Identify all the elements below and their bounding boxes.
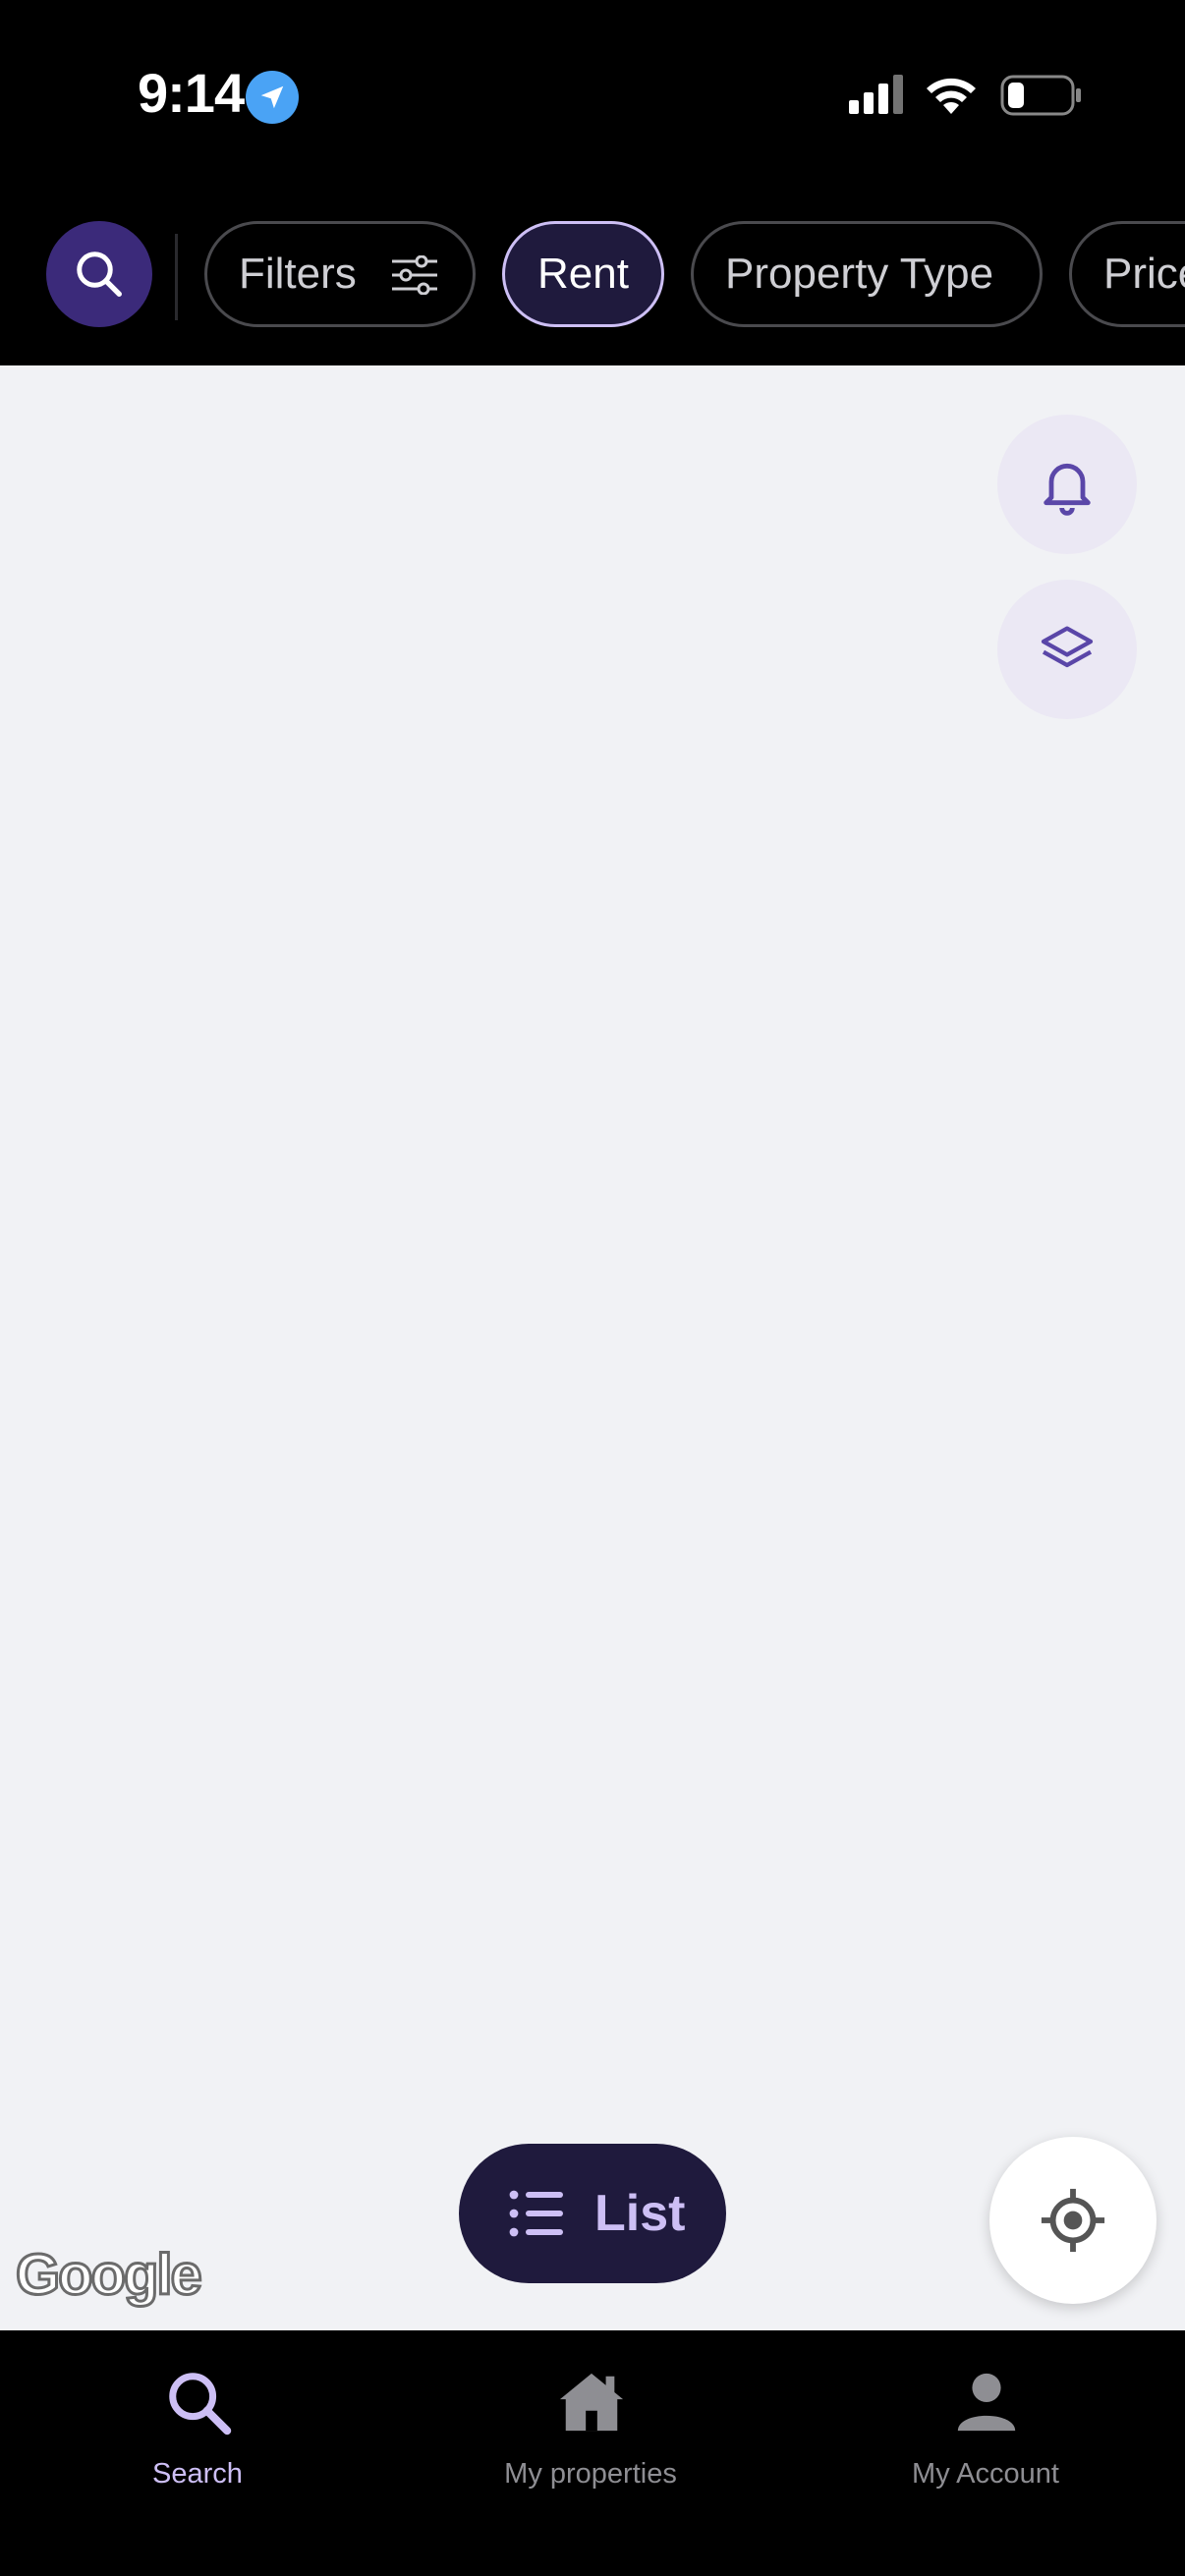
filter-bar: Filters Rent Property Type Price <box>0 196 1185 365</box>
nav-item-my-account[interactable]: My Account <box>788 2350 1183 2527</box>
property-type-chip[interactable]: Property Type <box>691 221 1043 327</box>
sliders-icon <box>392 255 437 295</box>
house-icon <box>559 2373 624 2432</box>
my-location-button[interactable] <box>989 2137 1157 2304</box>
person-icon <box>957 2373 1016 2432</box>
nav-item-my-properties[interactable]: My properties <box>393 2350 788 2527</box>
nav-item-search[interactable]: Search <box>0 2350 395 2527</box>
list-view-button[interactable]: List <box>459 2144 726 2283</box>
status-bar: 9:14 <box>0 0 1185 196</box>
google-logo: Google <box>15 2242 204 2309</box>
nav-label-search: Search <box>152 2458 243 2490</box>
crosshair-icon <box>1041 2188 1105 2253</box>
nav-label-my-account: My Account <box>912 2458 1059 2490</box>
price-chip[interactable]: Price <box>1069 221 1185 327</box>
filters-chip[interactable]: Filters <box>204 221 476 327</box>
search-icon <box>169 2373 232 2436</box>
rent-chip[interactable]: Rent <box>502 221 664 327</box>
layers-icon <box>1041 626 1094 668</box>
cellular-signal-icon <box>849 75 908 119</box>
search-button[interactable] <box>46 221 152 327</box>
battery-icon <box>1000 75 1083 121</box>
map-view[interactable]: List Google <box>0 365 1185 2330</box>
filters-chip-label: Filters <box>239 250 357 298</box>
status-time: 9:14 <box>138 62 245 124</box>
location-arrow-icon <box>246 71 299 124</box>
list-button-label: List <box>594 2185 686 2242</box>
divider <box>175 234 178 320</box>
list-icon <box>509 2190 563 2237</box>
search-icon <box>77 252 122 297</box>
bottom-nav: Search My properties My Account <box>0 2330 1185 2576</box>
nav-label-my-properties: My properties <box>504 2458 677 2490</box>
alerts-button[interactable] <box>997 415 1137 554</box>
bell-icon <box>1044 463 1091 516</box>
wifi-icon <box>924 71 979 119</box>
layers-button[interactable] <box>997 580 1137 719</box>
